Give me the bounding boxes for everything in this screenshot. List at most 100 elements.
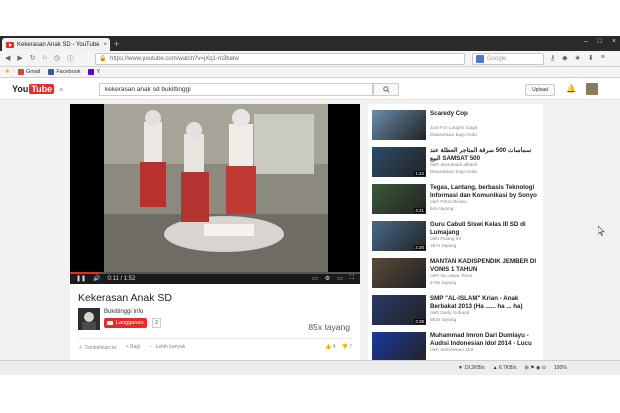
recommendation-channel: oleh Petra Bicara — [430, 200, 467, 205]
like-count: 4 — [332, 344, 336, 350]
recommendation-channel: oleh Indonesian Idol — [430, 348, 473, 353]
more-label: Lebih banyak — [155, 344, 186, 350]
video-thumbnail[interactable]: 1:22 — [372, 147, 426, 177]
bookmark-icon[interactable]: ★ — [575, 54, 581, 62]
dislike-button[interactable]: 👎 7 — [342, 344, 352, 350]
forward-icon[interactable]: ▶ — [17, 54, 22, 64]
new-tab-button[interactable]: + — [114, 39, 119, 49]
recommendation-title[interactable]: Scaredy Cop — [430, 110, 540, 118]
more-button[interactable]: ··· Lebih banyak — [149, 344, 185, 351]
channel-name[interactable]: Bukittinggi Info — [104, 309, 143, 315]
up-speed-value: 6.7KB/s — [498, 365, 517, 371]
bookmark-gmail[interactable]: Gmail — [17, 69, 41, 75]
channel-avatar[interactable] — [78, 308, 100, 330]
bookmark-label: Gmail — [25, 69, 41, 75]
recommendation-channel: oleh alzoubaidi albasli — [430, 163, 477, 168]
pause-icon[interactable]: ❚❚ — [76, 275, 86, 282]
download-speed: ▼ 19.2KB/s — [458, 365, 485, 371]
video-thumbnail[interactable] — [372, 110, 426, 140]
download-icon[interactable]: ⬇ — [588, 54, 594, 62]
volume-icon[interactable]: 🔊 — [93, 275, 100, 282]
bookmark-facebook[interactable]: Facebook — [48, 69, 80, 75]
youtube-search-button[interactable] — [373, 83, 399, 96]
video-frame — [104, 104, 328, 274]
browser-tab[interactable]: Kekerasan Anak SD - YouTube × — [2, 38, 110, 51]
share-button[interactable]: < Bagi — [126, 344, 140, 351]
menu-icon[interactable]: ≡ — [601, 54, 605, 62]
recommendation-item[interactable]: 4:21 Tegas, Lantang, berbasis Teknologi I… — [372, 184, 542, 218]
logo-tube: Tube — [29, 84, 55, 94]
recommendation-title[interactable]: Muhammad Imron Dari Dumlayu - Audisi Ind… — [430, 332, 540, 347]
recommendation-item[interactable]: MANTAN KADISPENDIK JEMBER DI VONIS 1 TAH… — [372, 258, 542, 292]
most-visited-icon[interactable]: ★ — [5, 69, 10, 75]
upload-button[interactable]: Upload — [525, 84, 555, 96]
user-avatar[interactable] — [586, 83, 598, 95]
recommendation-item[interactable]: Muhammad Imron Dari Dumlayu - Audisi Ind… — [372, 332, 542, 360]
youtube-logo[interactable]: You Tube — [12, 84, 55, 94]
recommendation-item[interactable]: 1:22 سماسات 500 سرقة المتاجر العطلة عند ا… — [372, 147, 542, 181]
addon-status-icons[interactable]: ⊞ ⚑ ◉ ⊙ — [525, 365, 546, 371]
letterbox-top — [0, 0, 620, 36]
google-icon — [476, 55, 484, 63]
channel-avatar-image — [78, 308, 100, 330]
recommendation-channel: oleh Isu Jawa Timur — [430, 274, 473, 279]
tab-close-icon[interactable]: × — [103, 42, 107, 48]
maximize-button[interactable]: □ — [598, 38, 602, 45]
minimize-button[interactable]: – — [584, 38, 588, 45]
facebook-icon — [48, 69, 55, 75]
controls-right: ▭ ⚙ ▭ ⛶ — [312, 275, 354, 282]
reload-icon[interactable]: ↻ — [30, 54, 36, 64]
home-icon[interactable]: ⌂ — [43, 54, 47, 64]
recommendation-item[interactable]: Scaredy Cop Just For Laughs Gags Disaranka… — [372, 110, 542, 144]
close-window-button[interactable]: × — [612, 38, 616, 45]
lock-icon: 🔒 — [99, 56, 107, 62]
theater-mode-icon[interactable]: ▭ — [337, 275, 343, 282]
video-thumbnail[interactable]: 4:21 — [372, 184, 426, 214]
youtube-masthead: You Tube ≡ kekerasan anak sd bukittinggi… — [0, 78, 620, 100]
add-to-button[interactable]: ＋ Tambahkan ke — [78, 344, 117, 351]
video-thumbnail[interactable]: 2:20 — [372, 221, 426, 251]
upload-speed: ▲ 6.7KB/s — [492, 365, 517, 371]
video-thumbnail[interactable] — [372, 258, 426, 288]
youtube-search-input[interactable]: kekerasan anak sd bukittinggi — [99, 83, 373, 96]
url-bar[interactable]: 🔒 https://www.youtube.com/watch?v=jXq1-m… — [95, 53, 465, 65]
history-icon[interactable]: ◷ — [54, 54, 60, 64]
navigation-bar: ◀ ▶ ↻ ⌂ ◷ ⓘ 🔒 https://www.youtube.com/wa… — [0, 51, 620, 67]
like-button[interactable]: 👍 4 — [325, 344, 335, 350]
fullscreen-icon[interactable]: ⛶ — [350, 275, 354, 282]
action-links: ＋ Tambahkan ke < Bagi ··· Lebih banyak — [78, 344, 185, 351]
recommendation-title[interactable]: Tegas, Lantang, berbasis Teknologi Infor… — [430, 184, 540, 199]
video-thumbnail[interactable] — [372, 332, 426, 360]
add-to-label: Tambahkan ke — [84, 345, 117, 351]
status-items: ▼ 19.2KB/s ▲ 6.7KB/s ⊞ ⚑ ◉ ⊙ 100% — [458, 365, 567, 371]
recommendation-title[interactable]: سماسات 500 سرقة المتاجر العطلة عند البيع… — [430, 147, 540, 162]
bookmark-label: Y — [96, 69, 101, 75]
subscribe-button[interactable]: Langganan — [104, 318, 147, 328]
recommendation-title[interactable]: MANTAN KADISPENDIK JEMBER DI VONIS 1 TAH… — [430, 258, 540, 273]
video-player[interactable]: ❚❚ 🔊 0:11 / 1:52 ▭ ⚙ ▭ ⛶ — [70, 104, 360, 284]
back-icon[interactable]: ◀ — [5, 54, 10, 64]
settings-gear-icon[interactable]: ⚙ — [325, 275, 330, 282]
nav-buttons: ◀ ▶ ↻ ⌂ ◷ ⓘ — [5, 54, 74, 64]
like-dislike: 👍 4 👎 7 — [325, 344, 352, 350]
down-speed-value: 19.2KB/s — [464, 365, 485, 371]
browser-search-box[interactable]: Google — [472, 53, 544, 65]
recommendation-views: 367x tayang — [430, 244, 457, 249]
view-count: 85x tayang — [308, 322, 350, 332]
recommendation-title[interactable]: Guru Cabuli Siswi Kelas III SD di Lumaja… — [430, 221, 540, 236]
site-info-icon[interactable]: ⓘ — [67, 54, 74, 64]
recommendation-item[interactable]: 2:20 Guru Cabuli Siswi Kelas III SD di Lu… — [372, 221, 542, 255]
captions-icon[interactable]: ▭ — [312, 275, 318, 282]
progress-bar[interactable] — [70, 272, 360, 274]
recommendation-item[interactable]: 3:39 SMP "AL-ISLAM" Krian - Anak Berbakat… — [372, 295, 542, 329]
addon-key-icon[interactable]: ⚷ — [550, 54, 555, 62]
player-controls: ❚❚ 🔊 0:11 / 1:52 ▭ ⚙ ▭ ⛶ — [70, 272, 360, 284]
zoom-level: 100% — [553, 365, 567, 371]
addon-icon[interactable]: ◆ — [562, 54, 567, 62]
guide-menu-icon[interactable]: ≡ — [59, 87, 63, 94]
recommendation-views: Disarankan bagi Anda — [430, 170, 477, 175]
bookmark-yahoo[interactable]: Y — [88, 69, 100, 75]
recommendation-title[interactable]: SMP "AL-ISLAM" Krian - Anak Berbakat 201… — [430, 295, 540, 310]
video-thumbnail[interactable]: 3:39 — [372, 295, 426, 325]
notifications-bell-icon[interactable]: 🔔 — [566, 84, 576, 93]
